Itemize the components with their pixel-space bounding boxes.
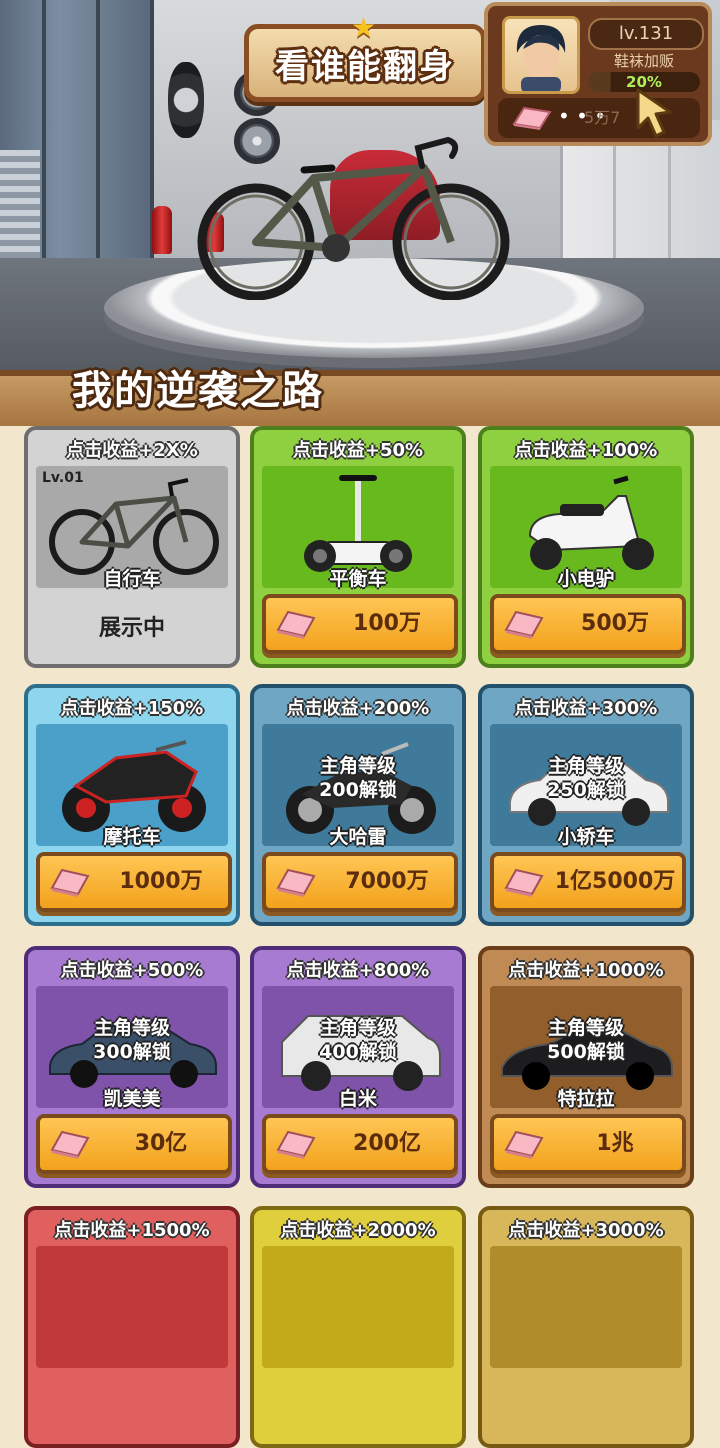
unlock-line-1: 主角等级 bbox=[319, 1017, 396, 1039]
buy-price: 1000万 bbox=[119, 869, 203, 894]
unlock-line-2: 250解锁 bbox=[547, 779, 625, 801]
buy-price: 100万 bbox=[353, 611, 421, 636]
vehicle-card-balance-scooter[interactable]: 点击收益+50% 平衡车 100万 bbox=[250, 426, 466, 668]
buy-price: 1兆 bbox=[596, 1131, 634, 1156]
vehicle-image bbox=[262, 1246, 454, 1368]
vehicle-name: 自行车 bbox=[103, 568, 161, 590]
vehicle-name: 凯美美 bbox=[103, 1088, 161, 1110]
buy-button[interactable]: 1000万 bbox=[36, 852, 232, 912]
unlock-line-1: 主角等级 bbox=[547, 755, 624, 777]
buy-price: 7000万 bbox=[345, 869, 429, 894]
cash-icon bbox=[504, 610, 544, 639]
click-bonus-label: 点击收益+200% bbox=[286, 698, 430, 719]
unlock-line-1: 主角等级 bbox=[93, 1017, 170, 1039]
vehicle-name: 小电驴 bbox=[557, 568, 615, 590]
vehicle-level-tag: Lv.01 bbox=[42, 470, 84, 486]
buy-button[interactable]: 1兆 bbox=[490, 1114, 686, 1174]
cash-icon bbox=[276, 1130, 316, 1159]
vehicle-card-suv[interactable]: 点击收益+800% 主角等级 400解锁 白米 200亿 bbox=[250, 946, 466, 1188]
cash-icon bbox=[504, 868, 544, 897]
wall-tire-icon bbox=[168, 62, 204, 138]
player-portrait-icon bbox=[516, 25, 566, 91]
vehicle-name: 小轿车 bbox=[557, 826, 615, 848]
click-bonus-label: 点击收益+150% bbox=[60, 698, 204, 719]
vehicle-card-sedan[interactable]: 点击收益+300% 主角等级 250解锁 小轿车 1亿5000万 bbox=[478, 684, 694, 926]
click-bonus-label: 点击收益+2X% bbox=[66, 440, 198, 461]
unlock-line-2: 300解锁 bbox=[93, 1041, 171, 1063]
buy-button[interactable]: 100万 bbox=[262, 594, 458, 654]
player-profile-panel[interactable]: lv.131 鞋袜加贩 20% • • • 5万7 bbox=[484, 2, 712, 146]
vehicle-image bbox=[490, 1246, 682, 1368]
click-bonus-label: 点击收益+1000% bbox=[508, 960, 664, 981]
click-bonus-label: 点击收益+100% bbox=[514, 440, 658, 461]
unlock-line-2: 400解锁 bbox=[319, 1041, 397, 1063]
money-amount: 5万7 bbox=[584, 108, 621, 127]
vehicle-card-locked[interactable]: 点击收益+1500% bbox=[24, 1206, 240, 1448]
page-title: 看谁能翻身 bbox=[275, 46, 455, 87]
cash-icon bbox=[512, 106, 552, 130]
cash-icon bbox=[504, 1130, 544, 1159]
unlock-requirement: 主角等级 250解锁 bbox=[482, 754, 690, 802]
buy-price: 500万 bbox=[581, 611, 649, 636]
cash-icon bbox=[276, 610, 316, 639]
section-title: 我的逆袭之路 bbox=[72, 368, 324, 414]
player-name: 鞋袜加贩 bbox=[613, 52, 674, 70]
unlock-requirement: 主角等级 200解锁 bbox=[254, 754, 462, 802]
showcase-bicycle-icon bbox=[197, 136, 510, 300]
unlock-line-1: 主角等级 bbox=[319, 755, 396, 777]
avatar[interactable] bbox=[502, 16, 580, 94]
unlock-line-2: 200解锁 bbox=[319, 779, 397, 801]
unlock-requirement: 主角等级 400解锁 bbox=[254, 1016, 462, 1064]
vehicle-card-harley[interactable]: 点击收益+200% 主角等级 200解锁 大哈雷 7000万 bbox=[250, 684, 466, 926]
vehicle-card-camry[interactable]: 点击收益+500% 主角等级 300解锁 凯美美 30亿 bbox=[24, 946, 240, 1188]
vehicle-card-bicycle[interactable]: 点击收益+2X% Lv.01 自行车 展示中 bbox=[24, 426, 240, 668]
buy-price: 1亿5000万 bbox=[554, 869, 676, 894]
click-bonus-label: 点击收益+3000% bbox=[508, 1220, 664, 1241]
vehicle-card-locked[interactable]: 点击收益+2000% bbox=[250, 1206, 466, 1448]
tool-cabinet bbox=[0, 0, 154, 270]
title-sign: ★ 看谁能翻身 bbox=[244, 11, 486, 102]
buy-price: 200亿 bbox=[353, 1131, 421, 1156]
unlock-line-1: 主角等级 bbox=[547, 1017, 624, 1039]
vehicle-card-locked[interactable]: 点击收益+3000% bbox=[478, 1206, 694, 1448]
fire-extinguisher-icon bbox=[152, 206, 172, 254]
unlock-requirement: 主角等级 300解锁 bbox=[28, 1016, 236, 1064]
vehicle-name: 白米 bbox=[338, 1088, 377, 1110]
vehicle-image bbox=[36, 1246, 228, 1368]
click-bonus-label: 点击收益+50% bbox=[292, 440, 424, 461]
vehicle-card-sports-car[interactable]: 点击收益+1000% 主角等级 500解锁 特拉拉 1兆 bbox=[478, 946, 694, 1188]
vehicle-name: 大哈雷 bbox=[329, 826, 387, 848]
buy-button[interactable]: 500万 bbox=[490, 594, 686, 654]
unlock-requirement: 主角等级 500解锁 bbox=[482, 1016, 690, 1064]
cash-icon bbox=[50, 868, 90, 897]
player-level: lv.131 bbox=[588, 18, 704, 50]
click-bonus-label: 点击收益+300% bbox=[514, 698, 658, 719]
vehicle-name: 摩托车 bbox=[103, 826, 161, 848]
vehicle-name: 特拉拉 bbox=[557, 1088, 615, 1110]
buy-price: 30亿 bbox=[134, 1131, 188, 1156]
click-bonus-label: 点击收益+1500% bbox=[54, 1220, 210, 1241]
unlock-line-2: 500解锁 bbox=[547, 1041, 625, 1063]
click-bonus-label: 点击收益+800% bbox=[286, 960, 430, 981]
vehicle-name: 平衡车 bbox=[329, 568, 387, 590]
hand-pointer-icon bbox=[636, 88, 672, 138]
displaying-status: 展示中 bbox=[98, 616, 165, 641]
star-icon: ★ bbox=[351, 11, 377, 44]
cash-icon bbox=[276, 868, 316, 897]
click-bonus-label: 点击收益+2000% bbox=[280, 1220, 436, 1241]
buy-button[interactable]: 30亿 bbox=[36, 1114, 232, 1174]
buy-button[interactable]: 1亿5000万 bbox=[490, 852, 686, 912]
vehicle-card-e-scooter[interactable]: 点击收益+100% 小电驴 500万 bbox=[478, 426, 694, 668]
cash-icon bbox=[50, 1130, 90, 1159]
buy-button[interactable]: 200亿 bbox=[262, 1114, 458, 1174]
click-bonus-label: 点击收益+500% bbox=[60, 960, 204, 981]
vehicle-card-motorcycle[interactable]: 点击收益+150% 摩托车 1000万 bbox=[24, 684, 240, 926]
buy-button[interactable]: 7000万 bbox=[262, 852, 458, 912]
